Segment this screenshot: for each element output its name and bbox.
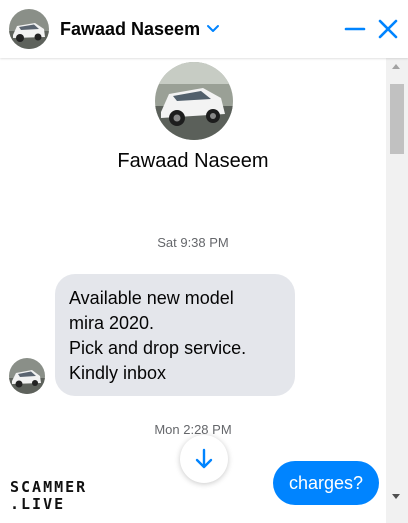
scrollbar[interactable]	[386, 58, 408, 523]
message-line: mira 2020.	[69, 313, 155, 333]
header-avatar[interactable]	[9, 9, 49, 49]
scroll-down-arrow-icon[interactable]	[392, 494, 400, 499]
message-line: Pick and drop service.	[69, 338, 247, 358]
message-line: Kindly inbox	[69, 363, 167, 383]
profile-avatar[interactable]	[155, 62, 233, 140]
minimize-icon[interactable]	[343, 17, 367, 41]
arrow-down-icon	[195, 448, 213, 469]
close-icon[interactable]	[376, 17, 400, 41]
chevron-down-icon[interactable]	[205, 21, 221, 37]
contact-name[interactable]: Fawaad Naseem	[60, 19, 200, 40]
incoming-message-bubble[interactable]: Available new model mira 2020. Pick and …	[55, 274, 295, 396]
chat-header: Fawaad Naseem	[0, 0, 408, 58]
message-line: Available new model	[69, 288, 234, 308]
watermark-line-1: SCAMMER	[10, 478, 88, 496]
outgoing-message-bubble[interactable]: charges?	[273, 461, 380, 505]
scroll-up-arrow-icon[interactable]	[392, 64, 400, 69]
timestamp: Mon 2:28 PM	[154, 422, 232, 437]
scroll-to-bottom-button[interactable]	[180, 435, 228, 483]
sender-avatar[interactable]	[9, 358, 45, 394]
profile-name: Fawaad Naseem	[117, 150, 269, 172]
watermark-line-2: .LIVE	[10, 495, 66, 513]
scrollbar-thumb[interactable]	[390, 84, 404, 154]
timestamp: Sat 9:38 PM	[157, 235, 229, 250]
